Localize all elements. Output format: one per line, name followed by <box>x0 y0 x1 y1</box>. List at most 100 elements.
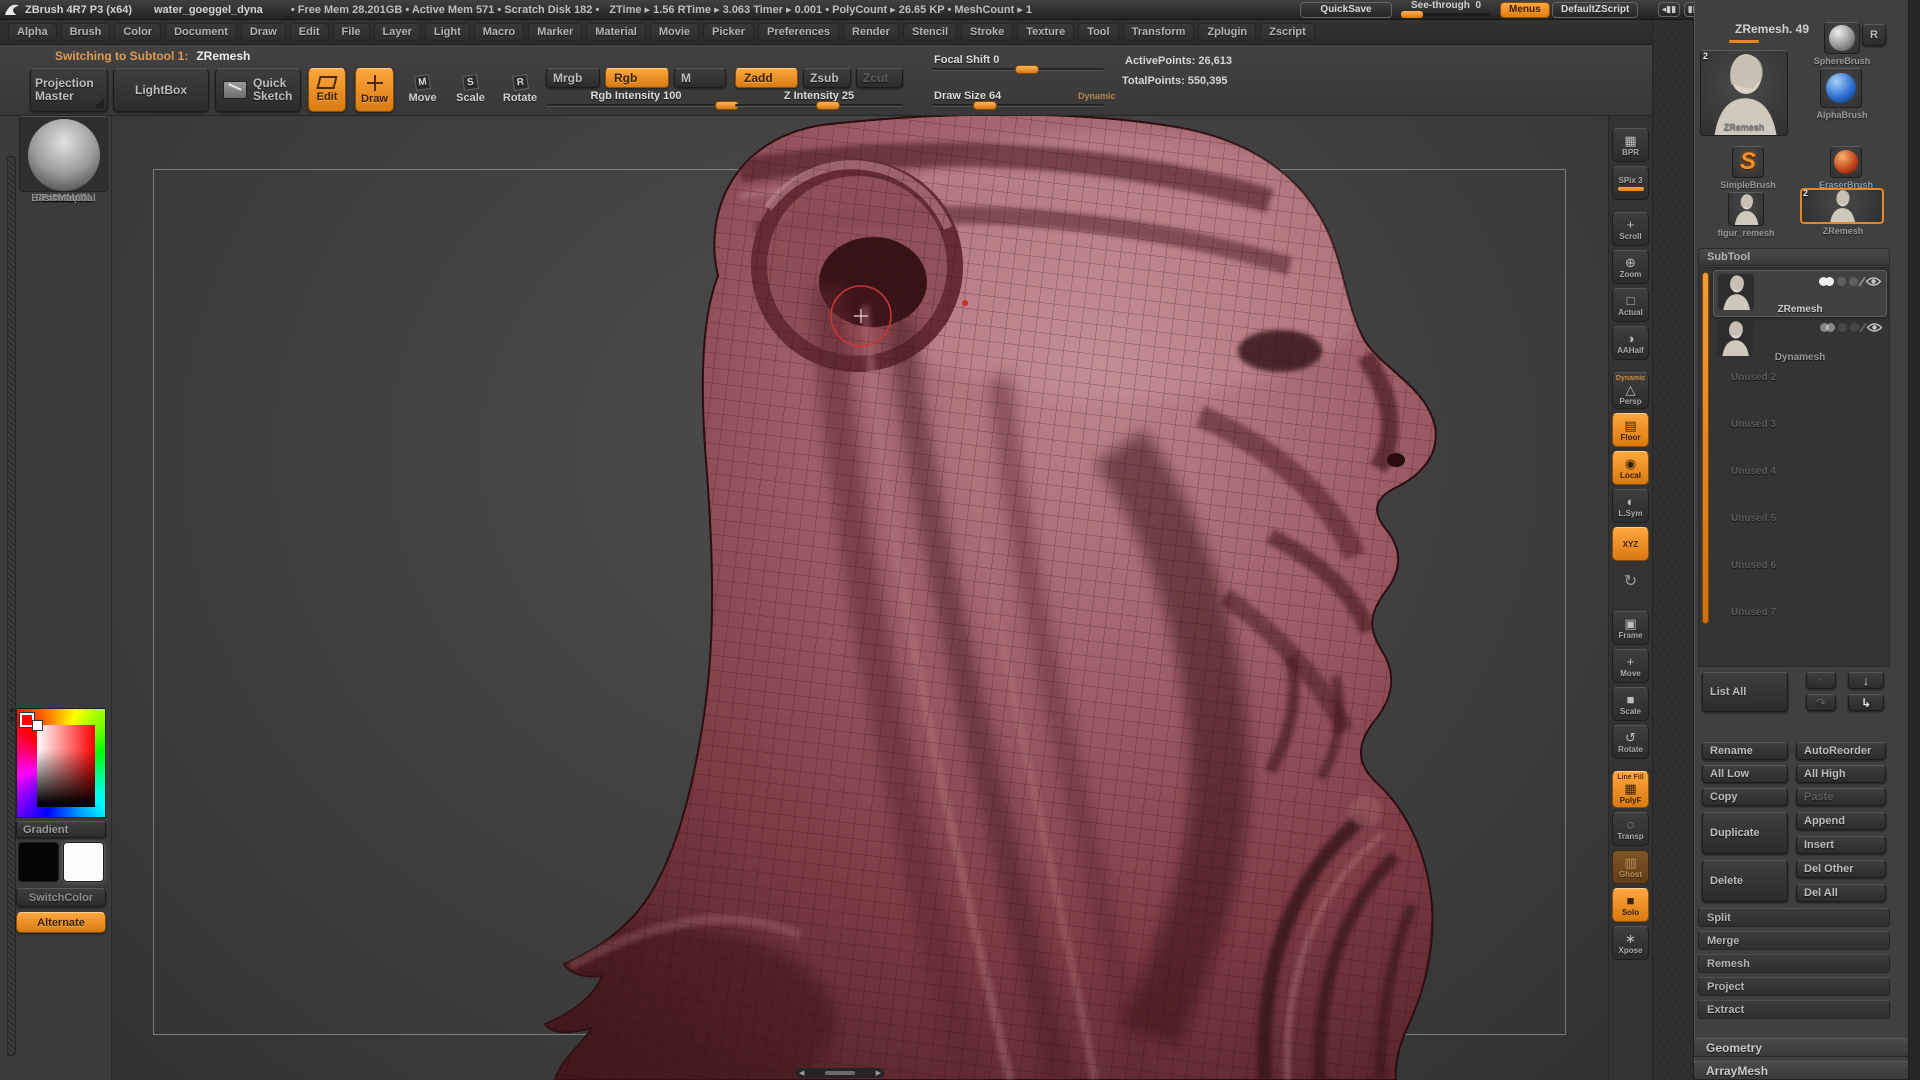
mrgb-button[interactable]: Mrgb <box>546 68 600 88</box>
extract-button[interactable]: Extract <box>1698 1000 1890 1019</box>
zadd-button[interactable]: Zadd <box>735 68 798 88</box>
right-shelf-button[interactable]: ▥ Ghost <box>1612 850 1649 884</box>
project-button[interactable]: Project <box>1698 977 1890 996</box>
quick-sketch-button[interactable]: Quick Sketch <box>215 68 301 112</box>
saturation-selector[interactable] <box>32 720 43 731</box>
subtool-row[interactable]: Dynamesh <box>1713 317 1887 364</box>
tool-thumb-spherebrush[interactable] <box>1824 22 1860 54</box>
subtool-row[interactable]: Unused 3 <box>1713 411 1887 458</box>
menus-button[interactable]: Menus <box>1500 1 1550 18</box>
tray-scroll-up-icon[interactable] <box>9 707 15 712</box>
visibility-eye-icon[interactable] <box>1866 322 1883 333</box>
right-shelf-button[interactable]: ↻ <box>1612 565 1649 599</box>
copy-button[interactable]: Copy <box>1702 788 1788 806</box>
main-color-swatch[interactable] <box>18 842 59 882</box>
right-shelf-button[interactable]: ■ Solo <box>1612 888 1649 922</box>
right-shelf-button[interactable]: + Scroll <box>1612 212 1649 246</box>
right-shelf-button[interactable]: ⊕ Zoom <box>1612 250 1649 284</box>
uv-icon[interactable] <box>1837 323 1847 332</box>
right-shelf-button[interactable]: ▣ Frame <box>1612 611 1649 645</box>
menu-item[interactable]: Zplugin <box>1198 23 1257 41</box>
color-picker[interactable] <box>16 708 106 818</box>
menu-item[interactable]: Stroke <box>961 23 1014 41</box>
subtool-row[interactable]: ZRemesh <box>1713 270 1887 317</box>
right-shelf-button[interactable]: ◐ L.Sym <box>1612 489 1649 523</box>
menu-item[interactable]: Marker <box>528 23 583 41</box>
menu-item[interactable]: Color <box>114 23 162 41</box>
uv-icon[interactable] <box>1836 277 1846 286</box>
canvas-scroll-left-icon[interactable]: ◀ <box>799 1069 804 1077</box>
tray-item[interactable]: BasicMaterial <box>19 116 108 204</box>
paste-button[interactable]: Paste <box>1796 788 1886 806</box>
menu-item[interactable]: Render <box>843 23 899 41</box>
right-shelf-button[interactable]: ↺ Rotate <box>1612 725 1649 759</box>
menu-item[interactable]: Stencil <box>902 23 958 41</box>
del-other-button[interactable]: Del Other <box>1796 860 1886 878</box>
section-arraymesh[interactable]: ArrayMesh <box>1694 1061 1908 1080</box>
draw-size-handle[interactable] <box>973 101 998 110</box>
toggle-up-button[interactable]: ↷ <box>1806 694 1836 711</box>
canvas-scroll-right-icon[interactable]: ▶ <box>876 1069 881 1077</box>
tray-scroll-down-icon[interactable] <box>9 717 15 722</box>
split-button[interactable]: Split <box>1698 908 1890 927</box>
subtool-scrollbar[interactable] <box>1702 272 1709 624</box>
all-low-button[interactable]: All Low <box>1702 765 1788 783</box>
zcut-button[interactable]: Zcut <box>856 68 903 88</box>
lightbox-button[interactable]: LightBox <box>113 68 209 112</box>
move-up-button[interactable]: ↑ <box>1806 672 1836 689</box>
sculpt-model[interactable] <box>140 116 1608 1080</box>
menu-item[interactable]: Draw <box>240 23 286 41</box>
polypaint2-icon[interactable] <box>1824 277 1834 286</box>
subtool-header[interactable]: SubTool <box>1698 248 1890 266</box>
edit-button[interactable]: Edit <box>308 68 346 112</box>
move-button[interactable]: M Move <box>403 68 442 112</box>
right-shelf-button[interactable]: SPix 3 <box>1612 166 1649 200</box>
rgb-intensity-slider[interactable]: Rgb Intensity 100 <box>546 90 740 110</box>
polypaint2-icon[interactable] <box>1825 323 1835 332</box>
list-all-button[interactable]: List All <box>1702 672 1788 712</box>
tool-thumb-alphabrush[interactable] <box>1820 68 1862 108</box>
focal-shift-handle[interactable] <box>1014 65 1039 74</box>
m-button[interactable]: M <box>674 68 726 88</box>
right-shelf-button[interactable]: ▦ BPR <box>1612 128 1649 162</box>
canvas-scrollbar[interactable]: ◀ ▶ <box>796 1068 884 1078</box>
menu-item[interactable]: Light <box>424 23 470 41</box>
remesh-button[interactable]: Remesh <box>1698 954 1890 973</box>
all-high-button[interactable]: All High <box>1796 765 1886 783</box>
z-intensity-handle[interactable] <box>815 101 840 110</box>
saturation-square[interactable] <box>37 725 95 807</box>
displacement-icon[interactable] <box>1848 277 1858 286</box>
divider-left-icon[interactable]: ◂▮▮ <box>1658 2 1680 17</box>
tool-thumb-zremesh[interactable] <box>1800 188 1884 224</box>
menu-item[interactable]: Tool <box>1078 23 1119 41</box>
right-shelf-button[interactable]: ■ Scale <box>1612 687 1649 721</box>
left-tray-scrollbar[interactable] <box>7 156 16 1056</box>
panel-divider[interactable] <box>1652 20 1694 1080</box>
menu-item[interactable]: Zscript <box>1260 23 1315 41</box>
default-zscript-button[interactable]: DefaultZScript <box>1552 1 1639 18</box>
autoreorder-button[interactable]: AutoReorder <box>1796 742 1886 760</box>
rotate-button[interactable]: R Rotate <box>499 68 541 112</box>
menu-item[interactable]: Material <box>586 23 646 41</box>
brush-slash-icon[interactable] <box>1858 322 1867 333</box>
secondary-color-swatch[interactable] <box>63 842 104 882</box>
right-shelf-button[interactable]: ▤ Floor <box>1612 413 1649 447</box>
append-button[interactable]: Append <box>1796 812 1886 830</box>
tool-thumb-figur-remesh[interactable] <box>1728 192 1764 226</box>
right-shelf-button[interactable]: ◌ Transp <box>1612 812 1649 846</box>
right-shelf-button[interactable]: ◉ Local <box>1612 451 1649 485</box>
menu-item[interactable]: Transform <box>1122 23 1195 41</box>
del-all-button[interactable]: Del All <box>1796 884 1886 902</box>
move-down-button[interactable]: ↓ <box>1848 672 1884 689</box>
menu-item[interactable]: Movie <box>649 23 699 41</box>
tray-item-thumb[interactable] <box>19 116 108 192</box>
menu-item[interactable]: Layer <box>373 23 421 41</box>
see-through-handle[interactable] <box>1401 11 1423 18</box>
quicksave-button[interactable]: QuickSave <box>1300 1 1392 18</box>
scale-button[interactable]: S Scale <box>451 68 490 112</box>
rename-button[interactable]: Rename <box>1702 742 1788 760</box>
right-shelf-button[interactable]: + Move <box>1612 649 1649 683</box>
right-shelf-button[interactable]: XYZ <box>1612 527 1649 561</box>
menu-item[interactable]: Texture <box>1017 23 1075 41</box>
menu-item[interactable]: Brush <box>60 23 111 41</box>
